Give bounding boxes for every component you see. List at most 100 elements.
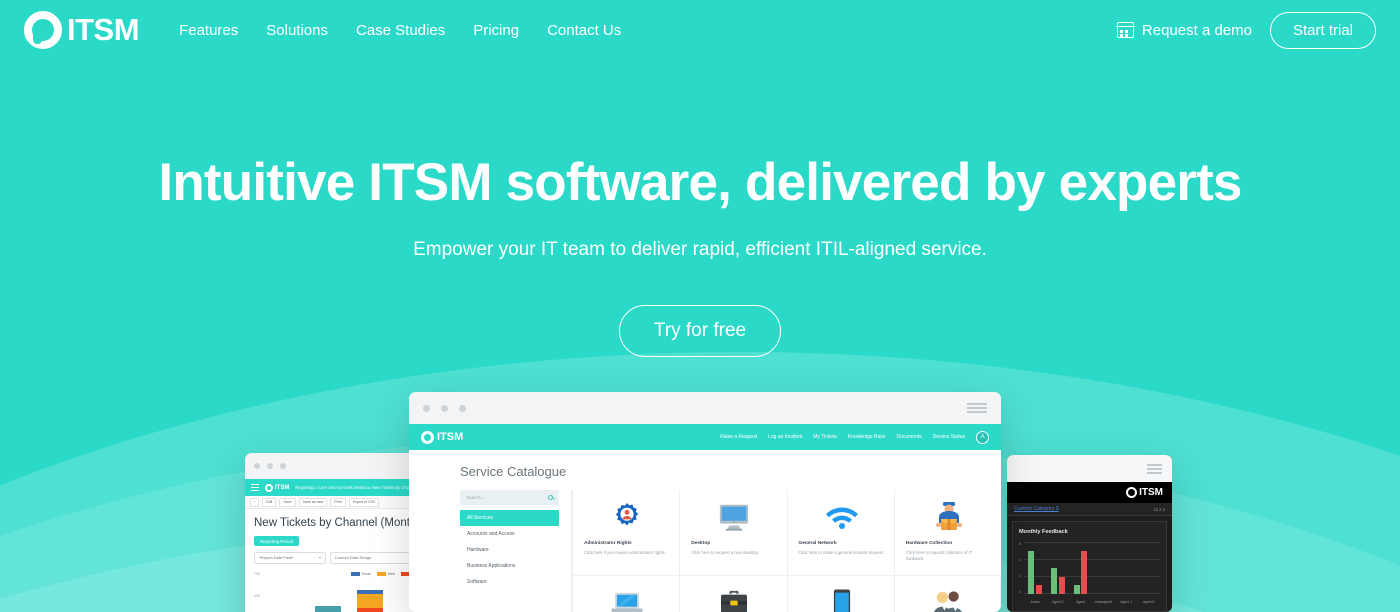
try-for-free-button[interactable]: Try for free bbox=[618, 305, 782, 357]
logo-circle-icon bbox=[265, 483, 273, 492]
portal-nav-bar: ITSM Raise a Request Log an Incident My … bbox=[409, 424, 1001, 450]
browser-chrome-bar bbox=[1007, 455, 1172, 482]
app-logo-text: ITSM bbox=[1139, 487, 1163, 498]
toolbar-back-button[interactable]: ‹ bbox=[250, 497, 260, 507]
hamburger-icon[interactable] bbox=[967, 403, 987, 413]
portal-nav-raise-a-request[interactable]: Raise a Request bbox=[720, 434, 757, 440]
nav-item-solutions[interactable]: Solutions bbox=[266, 22, 328, 39]
avatar[interactable]: A bbox=[976, 430, 989, 444]
service-card-laptop[interactable]: Laptop bbox=[572, 576, 679, 612]
service-card-desc: Click here to request collection of IT h… bbox=[905, 550, 973, 562]
sidebar-item-accounts-and-access[interactable]: Accounts and Access bbox=[460, 526, 559, 542]
logo-circle-icon bbox=[421, 430, 434, 444]
sidebar-item-business-applications[interactable]: Business Applications bbox=[460, 558, 559, 574]
chart-bars bbox=[1024, 542, 1160, 594]
portal-nav-documents[interactable]: Documents bbox=[896, 434, 921, 440]
toolbar-export-csv-button[interactable]: Export to CSV bbox=[348, 497, 380, 507]
service-card-leaver[interactable]: Leaver bbox=[679, 576, 786, 612]
service-card-general-network[interactable]: General Network Click here to make a gen… bbox=[786, 490, 894, 576]
portal-nav-my-tickets[interactable]: My Tickets bbox=[813, 434, 837, 440]
sidebar-item-all-services[interactable]: All Services bbox=[460, 510, 559, 526]
logo-circle-icon bbox=[24, 11, 62, 49]
hamburger-icon[interactable] bbox=[251, 484, 259, 491]
x-tick: Unassigned bbox=[1094, 600, 1112, 604]
panel-title: Monthly Feedback bbox=[1019, 529, 1068, 535]
catalogue-sidebar: Search... All Services Accounts and Acce… bbox=[460, 490, 572, 612]
bar-group bbox=[315, 605, 341, 612]
service-card-name: Hardware Collection bbox=[905, 541, 953, 546]
service-card-grid: Administrator Rights Click here if you r… bbox=[572, 490, 1001, 612]
nav-item-case-studies[interactable]: Case Studies bbox=[356, 22, 445, 39]
bar-group bbox=[1047, 542, 1070, 594]
service-card-administrator-rights[interactable]: Administrator Rights Click here if you r… bbox=[572, 490, 680, 576]
reporting-period-tab[interactable]: Reporting Period bbox=[254, 536, 299, 546]
nav-item-contact-us[interactable]: Contact Us bbox=[547, 22, 621, 39]
x-tick: Agent 5 bbox=[1142, 600, 1155, 604]
bar-group bbox=[1137, 542, 1160, 594]
logo[interactable]: ITSM bbox=[24, 11, 140, 49]
service-card-hardware-collection[interactable]: Hardware Collection Click here to reques… bbox=[893, 490, 1001, 576]
nav-item-pricing[interactable]: Pricing bbox=[473, 22, 519, 39]
start-trial-button[interactable]: Start trial bbox=[1269, 11, 1376, 49]
window-dot bbox=[254, 463, 260, 469]
service-catalogue-window-mockup: ITSM Raise a Request Log an Incident My … bbox=[409, 392, 1001, 612]
y-tick: 0 bbox=[1019, 590, 1021, 594]
portal-nav-log-an-incident[interactable]: Log an Incident bbox=[768, 434, 802, 440]
search-input[interactable]: Search... bbox=[460, 490, 559, 505]
two-people-icon bbox=[906, 586, 991, 612]
bar-group bbox=[357, 589, 383, 612]
window-dot bbox=[280, 463, 286, 469]
category-row: Custom Category 3 15.2.3 bbox=[1007, 503, 1172, 516]
legend-item-email: Email bbox=[350, 571, 371, 576]
service-card-desktop[interactable]: Desktop Click here to request a new desk… bbox=[679, 490, 787, 576]
report-date-field-select[interactable]: *Report Date Field* ▾ bbox=[254, 551, 326, 564]
version-label: 15.2.3 bbox=[1153, 506, 1165, 512]
bar-group bbox=[1115, 542, 1138, 594]
calendar-icon bbox=[1116, 22, 1135, 38]
select-value: *Report Date Field* bbox=[259, 555, 294, 560]
portal-logo: ITSM bbox=[421, 430, 463, 444]
portal-nav-links: Raise a Request Log an Incident My Ticke… bbox=[720, 430, 989, 444]
select-value: Custom Date Range bbox=[335, 555, 372, 560]
delivery-person-icon bbox=[906, 500, 992, 534]
toolbar-edit-button[interactable]: Edit bbox=[262, 497, 277, 507]
gear-user-icon bbox=[584, 500, 670, 534]
chart-x-axis: Admin Agent 2 Agent Unassigned Agent 4 A… bbox=[1024, 600, 1160, 604]
toolbar-save-button[interactable]: Save bbox=[279, 497, 296, 507]
bar-group bbox=[1092, 542, 1115, 594]
hamburger-icon[interactable] bbox=[1147, 463, 1162, 474]
y-tick: 4 bbox=[1019, 558, 1021, 562]
service-card-new-starter[interactable]: New Starter bbox=[893, 576, 1001, 612]
portal-nav-service-status[interactable]: Service Status bbox=[933, 434, 965, 440]
y-tick: 6 bbox=[1019, 542, 1021, 546]
custom-category-link[interactable]: Custom Category 3 bbox=[1014, 506, 1059, 512]
dark-dashboard-window-mockup: ITSM Custom Category 3 15.2.3 Monthly Fe… bbox=[1007, 455, 1172, 612]
portal-nav-knowledge-base[interactable]: Knowledge Base bbox=[848, 434, 886, 440]
hero-headline: Intuitive ITSM software, delivered by ex… bbox=[158, 153, 1242, 212]
monthly-feedback-chart: 6 4 2 0 Admin Agent 2 Agent Unassigned A… bbox=[1019, 542, 1160, 604]
sidebar-item-hardware[interactable]: Hardware bbox=[460, 542, 559, 558]
chart-y-axis: 700 600 500 400 bbox=[254, 572, 263, 612]
dark-app-nav: ITSM bbox=[1007, 482, 1172, 503]
monitor-icon bbox=[691, 500, 777, 534]
toolbar-print-button[interactable]: Print bbox=[330, 497, 346, 507]
window-dot bbox=[423, 404, 430, 412]
service-card-mobile-phone[interactable]: Mobile Phone bbox=[786, 576, 894, 612]
nav-item-features[interactable]: Features bbox=[179, 22, 238, 39]
search-placeholder: Search... bbox=[466, 495, 485, 500]
search-icon bbox=[548, 495, 553, 500]
sidebar-item-software[interactable]: Software bbox=[460, 574, 559, 590]
x-tick: Admin bbox=[1030, 600, 1040, 604]
laptop-icon bbox=[584, 586, 670, 612]
browser-chrome-bar bbox=[409, 392, 1001, 424]
toolbar-save-as-new-button[interactable]: Save as new bbox=[298, 497, 328, 507]
request-demo-link[interactable]: Request a demo bbox=[1116, 22, 1252, 39]
site-header: ITSM Features Solutions Case Studies Pri… bbox=[0, 0, 1400, 60]
window-dot bbox=[459, 404, 466, 412]
legend-item-web: Web bbox=[376, 571, 395, 576]
catalogue-main: Search... All Services Accounts and Acce… bbox=[409, 490, 1001, 612]
service-card-desc: Click here to make a general network req… bbox=[798, 550, 884, 555]
x-tick: Agent bbox=[1076, 600, 1085, 604]
service-card-name: General Network bbox=[798, 541, 837, 546]
mobile-phone-icon bbox=[799, 586, 885, 612]
